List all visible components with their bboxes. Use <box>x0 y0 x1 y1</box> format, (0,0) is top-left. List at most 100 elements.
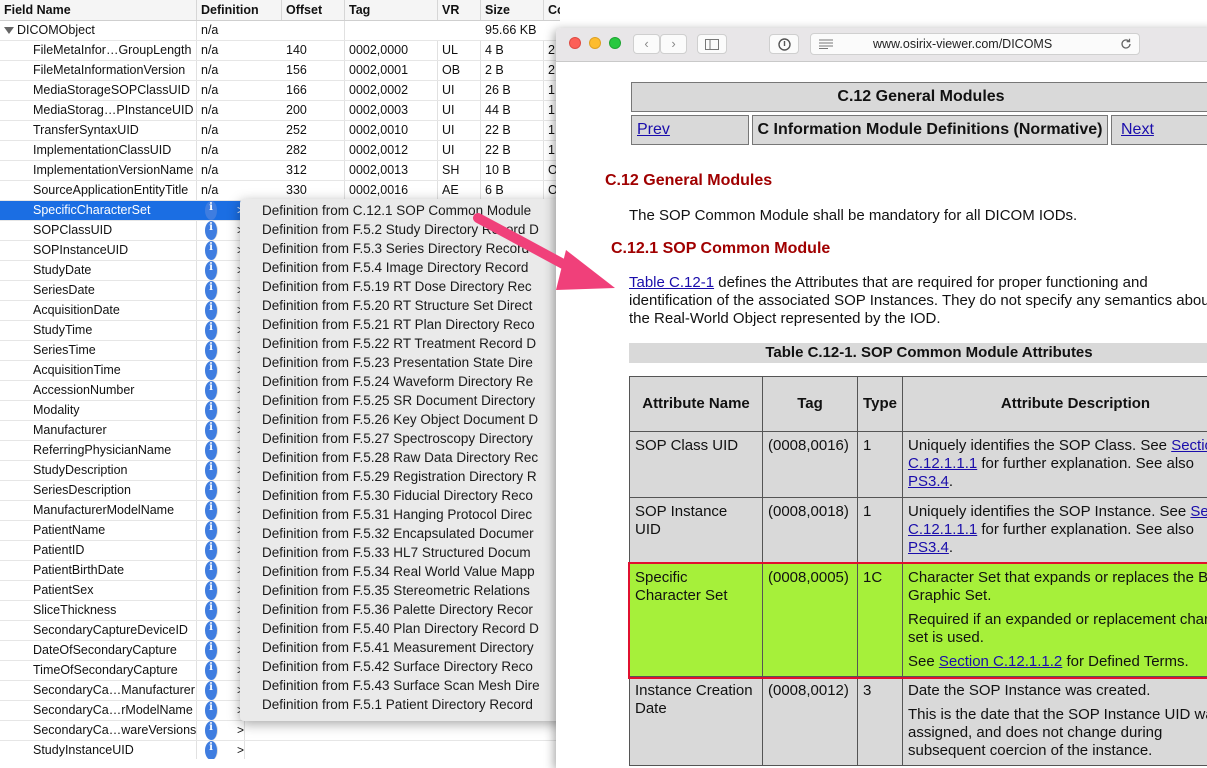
menu-item-definition[interactable]: Definition from F.5.40 Plan Directory Re… <box>240 619 570 638</box>
sidebar-icon <box>705 39 719 50</box>
info-icon[interactable]: i <box>205 301 218 320</box>
info-icon[interactable]: i <box>205 281 218 300</box>
root-name: DICOMObject <box>17 23 95 37</box>
menu-item-definition[interactable]: Definition from F.5.24 Waveform Director… <box>240 372 570 391</box>
menu-item-definition[interactable]: Definition from F.5.42 Surface Directory… <box>240 657 570 676</box>
menu-item-definition[interactable]: Definition from F.5.36 Palette Directory… <box>240 600 570 619</box>
info-icon[interactable]: i <box>205 641 218 660</box>
col-header-content[interactable]: Content <box>544 0 560 20</box>
ps34-link[interactable]: PS3.4 <box>908 473 949 490</box>
size-cell: 22 B <box>481 121 544 140</box>
info-icon[interactable]: i <box>205 581 218 600</box>
info-icon[interactable]: i <box>205 461 218 480</box>
info-icon[interactable]: i <box>205 241 218 260</box>
info-icon[interactable]: i <box>205 621 218 640</box>
info-icon[interactable]: i <box>205 481 218 500</box>
reader-icon[interactable] <box>819 39 833 49</box>
info-icon[interactable]: i <box>205 381 218 400</box>
chevron-right-icon[interactable]: > <box>237 741 245 759</box>
close-window-icon[interactable] <box>569 37 581 49</box>
table-row[interactable]: SourceApplicationEntityTitlen/a3300002,0… <box>0 181 560 201</box>
prev-link[interactable]: Prev <box>637 121 670 138</box>
desc-text-line: See Section C.12.1.1.2 for Defined Terms… <box>908 653 1207 671</box>
attr-description: Uniquely identifies the SOP Class. See S… <box>903 432 1207 498</box>
next-link[interactable]: Next <box>1121 121 1154 138</box>
info-icon[interactable]: i <box>205 741 218 759</box>
info-icon[interactable]: i <box>205 361 218 380</box>
tag-cell: 0002,0010 <box>345 121 438 140</box>
attr-tag: (0008,0018) <box>763 498 858 564</box>
menu-item-definition[interactable]: Definition from F.5.35 Stereometric Rela… <box>240 581 570 600</box>
info-icon[interactable]: i <box>205 321 218 340</box>
info-icon[interactable]: i <box>205 681 218 700</box>
reload-icon[interactable] <box>1120 38 1132 50</box>
table-row[interactable]: ImplementationVersionNamen/a3120002,0013… <box>0 161 560 181</box>
menu-item-definition[interactable]: Definition from F.5.33 HL7 Structured Do… <box>240 543 570 562</box>
col-header-offset[interactable]: Offset <box>282 0 345 20</box>
table-row-root[interactable]: DICOMObject n/a 95.66 KB <box>0 21 560 41</box>
table-row[interactable]: FileMetaInformationVersionn/a1560002,000… <box>0 61 560 81</box>
menu-item-definition[interactable]: Definition from F.5.34 Real World Value … <box>240 562 570 581</box>
menu-item-definition[interactable]: Definition from F.5.30 Fiducial Director… <box>240 486 570 505</box>
info-icon[interactable]: i <box>205 261 218 280</box>
table-row[interactable]: TransferSyntaxUIDn/a2520002,0010UI22 B1 <box>0 121 560 141</box>
col-header-vr[interactable]: VR <box>438 0 481 20</box>
info-icon[interactable]: i <box>205 201 218 220</box>
offset-cell: 330 <box>282 181 345 200</box>
menu-item-definition[interactable]: Definition from F.5.31 Hanging Protocol … <box>240 505 570 524</box>
chevron-right-icon[interactable]: > <box>237 721 245 740</box>
sidebar-button[interactable] <box>697 34 727 54</box>
menu-item-definition[interactable]: Definition from F.5.28 Raw Data Director… <box>240 448 570 467</box>
size-cell: 2 B <box>481 61 544 80</box>
table-row[interactable]: StudyInstanceUIDi> <box>0 741 560 759</box>
table-row[interactable]: FileMetaInfor…GroupLengthn/a1400002,0000… <box>0 41 560 61</box>
col-header-size[interactable]: Size <box>481 0 544 20</box>
section-link[interactable]: Section C.12.1.1.2 <box>939 653 1062 670</box>
table-c12-1-link[interactable]: Table C.12-1 <box>629 274 714 291</box>
info-icon[interactable]: i <box>205 701 218 720</box>
col-header-field-name[interactable]: Field Name <box>0 0 197 20</box>
menu-item-definition[interactable]: Definition from F.5.22 RT Treatment Reco… <box>240 334 570 353</box>
info-icon[interactable]: i <box>205 601 218 620</box>
menu-item-definition[interactable]: Definition from F.5.29 Registration Dire… <box>240 467 570 486</box>
info-icon[interactable]: i <box>205 521 218 540</box>
menu-item-definition[interactable]: Definition from F.5.27 Spectroscopy Dire… <box>240 429 570 448</box>
col-header-tag[interactable]: Tag <box>345 0 438 20</box>
privacy-report-button[interactable] <box>769 34 799 54</box>
table-row[interactable]: MediaStorageSOPClassUIDn/a1660002,0002UI… <box>0 81 560 101</box>
menu-item-definition[interactable]: Definition from F.5.21 RT Plan Directory… <box>240 315 570 334</box>
info-icon[interactable]: i <box>205 341 218 360</box>
disclosure-triangle-icon[interactable] <box>4 27 14 34</box>
info-icon[interactable]: i <box>205 441 218 460</box>
field-name-cell: Manufacturer <box>0 421 197 440</box>
offset-cell: 252 <box>282 121 345 140</box>
col-header-definition[interactable]: Definition <box>197 0 282 20</box>
address-bar[interactable]: www.osirix-viewer.com/DICOMS <box>810 33 1140 55</box>
table-row[interactable]: SecondaryCa…wareVersionsi> <box>0 721 560 741</box>
info-icon[interactable]: i <box>205 541 218 560</box>
menu-item-definition[interactable]: Definition from F.5.23 Presentation Stat… <box>240 353 570 372</box>
menu-item-definition[interactable]: Definition from F.5.26 Key Object Docume… <box>240 410 570 429</box>
menu-item-definition[interactable]: Definition from F.5.43 Surface Scan Mesh… <box>240 676 570 695</box>
info-icon[interactable]: i <box>205 421 218 440</box>
menu-item-definition[interactable]: Definition from F.5.1 Patient Directory … <box>240 695 570 714</box>
info-icon[interactable]: i <box>205 661 218 680</box>
nav-center-title: C Information Module Definitions (Normat… <box>752 115 1108 145</box>
minimize-window-icon[interactable] <box>589 37 601 49</box>
info-icon[interactable]: i <box>205 401 218 420</box>
forward-button[interactable]: › <box>660 34 687 54</box>
menu-item-definition[interactable]: Definition from F.5.25 SR Document Direc… <box>240 391 570 410</box>
table-row[interactable]: ImplementationClassUIDn/a2820002,0012UI2… <box>0 141 560 161</box>
vr-cell: OB <box>438 61 481 80</box>
info-icon[interactable]: i <box>205 561 218 580</box>
info-icon[interactable]: i <box>205 221 218 240</box>
vr-cell: UI <box>438 81 481 100</box>
table-row[interactable]: MediaStorag…PInstanceUIDn/a2000002,0003U… <box>0 101 560 121</box>
info-icon[interactable]: i <box>205 501 218 520</box>
zoom-window-icon[interactable] <box>609 37 621 49</box>
ps34-link[interactable]: PS3.4 <box>908 539 949 556</box>
info-icon[interactable]: i <box>205 721 218 740</box>
menu-item-definition[interactable]: Definition from F.5.32 Encapsulated Docu… <box>240 524 570 543</box>
menu-item-definition[interactable]: Definition from F.5.41 Measurement Direc… <box>240 638 570 657</box>
back-button[interactable]: ‹ <box>633 34 660 54</box>
